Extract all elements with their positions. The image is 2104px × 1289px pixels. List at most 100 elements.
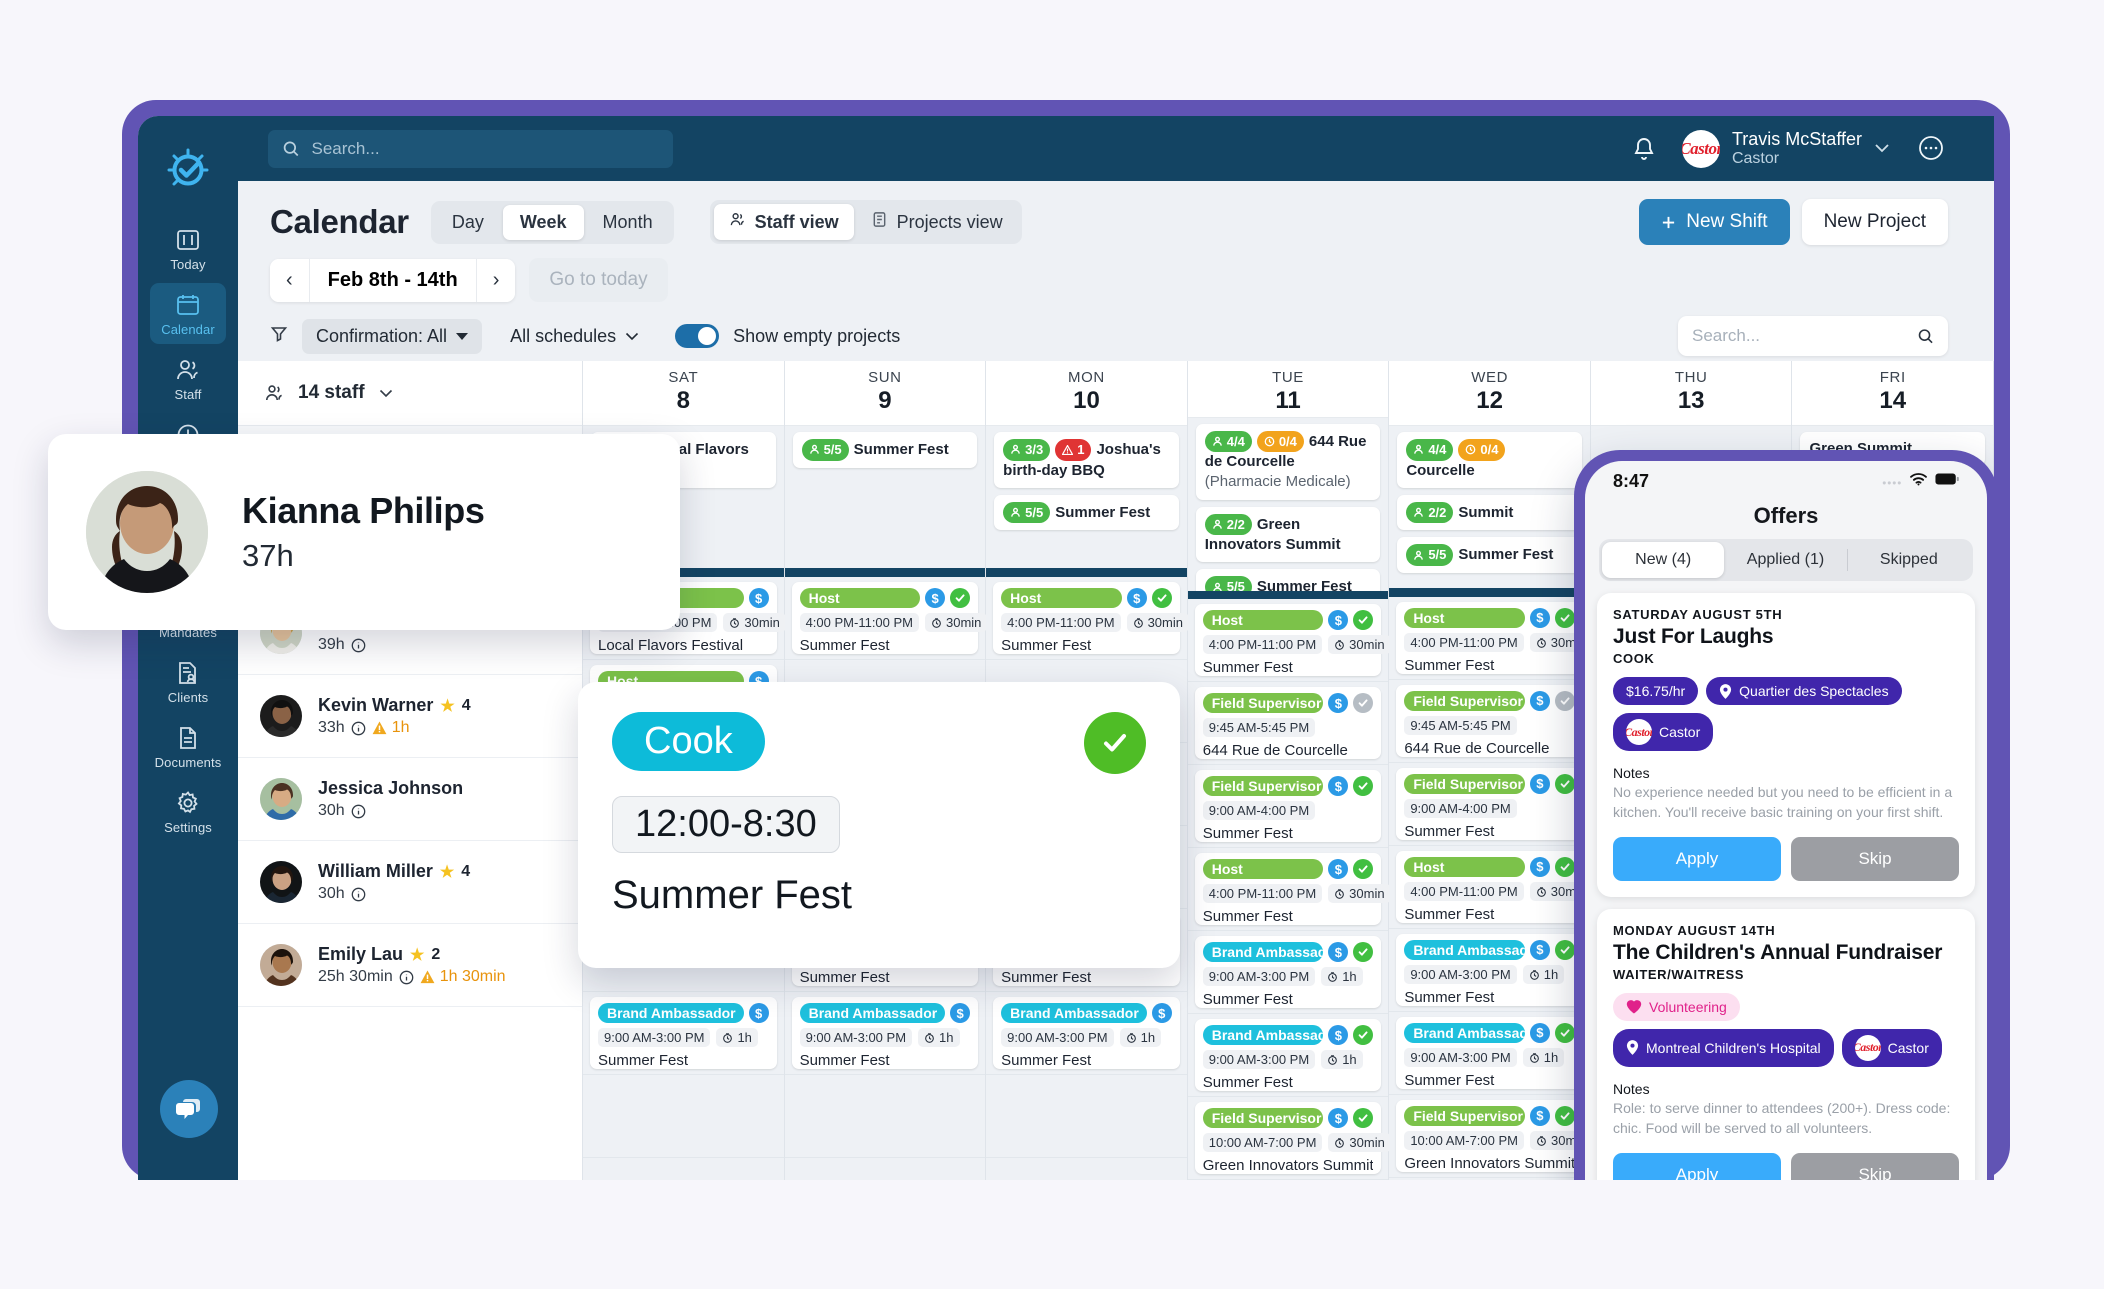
shift-badge-blue[interactable]: $ xyxy=(1529,690,1550,711)
global-search[interactable] xyxy=(268,129,673,168)
sidebar-item-staff[interactable]: Staff xyxy=(150,348,226,409)
go-to-today-button[interactable]: Go to today xyxy=(529,258,668,302)
shift-badge-blue[interactable]: $ xyxy=(1328,859,1349,879)
shift-badge-blue[interactable]: $ xyxy=(1529,607,1550,628)
shift-badge-blue[interactable]: $ xyxy=(1328,610,1349,630)
shift-card[interactable]: Brand Ambassador$9:00 AM-3:00 PM1hSummer… xyxy=(590,997,777,1069)
apply-button[interactable]: Apply xyxy=(1613,1152,1781,1180)
staff-row[interactable]: Kevin Warner ★ 4 33h 1h xyxy=(238,675,582,758)
shift-card[interactable]: Field Supervisor $9:00 AM-4:00 PM Summer F… xyxy=(1396,767,1583,840)
project-card[interactable]: 5/5 Summer Fest xyxy=(1397,537,1582,573)
shift-card[interactable]: Field Supervisor $9:45 AM-5:45 PM 644 Rue … xyxy=(1194,687,1382,759)
shift-badge-green[interactable] xyxy=(1353,776,1374,796)
tab-projects-view[interactable]: Projects view xyxy=(856,204,1018,240)
shift-card[interactable]: Field Supervisor $10:00 AM-7:00 PM 30min Gr… xyxy=(1396,1099,1593,1172)
shift-card[interactable]: Brand Ambassador$9:00 AM-3:00 PM1hSummer… xyxy=(1396,1016,1583,1089)
project-card[interactable]: 4/4 0/4 Courcelle xyxy=(1397,432,1582,488)
offer-card[interactable]: SATURDAY AUGUST 5TH Just For Laughs COOK $1… xyxy=(1597,593,1975,897)
mobile-tab-applied[interactable]: Applied (1) xyxy=(1724,542,1846,578)
shift-card[interactable]: Host $4:00 PM-11:00 PM 30min Summer Fest xyxy=(1194,604,1391,676)
shift-badge-green[interactable] xyxy=(1554,607,1575,628)
empty-shift-cell[interactable] xyxy=(986,1075,1187,1158)
calendar-search-input[interactable] xyxy=(1692,326,1918,346)
global-search-input[interactable] xyxy=(311,138,659,159)
confirmation-filter[interactable]: Confirmation: All xyxy=(302,318,483,354)
shift-badge-green[interactable] xyxy=(1554,1105,1575,1126)
tab-week[interactable]: Week xyxy=(502,204,584,240)
shift-badge-green[interactable] xyxy=(1554,856,1575,877)
chat-support-button[interactable] xyxy=(160,1080,218,1138)
sidebar-item-clients[interactable]: Clients xyxy=(150,651,226,712)
shift-card[interactable]: Host $4:00 PM-11:00 PM 30min Summer Fest xyxy=(791,582,988,654)
skip-button[interactable]: Skip xyxy=(1791,836,1959,881)
shift-badge-blue[interactable]: $ xyxy=(1529,1105,1550,1126)
notifications-bell-icon[interactable] xyxy=(1632,136,1656,162)
shift-card[interactable]: Field Supervisor $10:00 AM-7:00 PM 30min Gr… xyxy=(1194,1102,1391,1174)
shift-card[interactable]: Brand Ambassador$9:00 AM-3:00 PM1hSummer… xyxy=(791,997,979,1069)
shift-highlight-card[interactable]: Cook 12:00-8:30 Summer Fest xyxy=(578,682,1180,968)
mobile-tab-new[interactable]: New (4) xyxy=(1602,542,1725,578)
shift-card[interactable]: Brand Ambassador$9:00 AM-3:00 PM1hSummer… xyxy=(1194,936,1382,1008)
shift-card[interactable]: Host $4:00 PM-11:00 PM 30min Summer Fest xyxy=(1194,853,1391,925)
shift-card[interactable]: Brand Ambassador$9:00 AM-3:00 PM1hSummer… xyxy=(1396,933,1583,1006)
shift-badge-green[interactable] xyxy=(1554,1022,1575,1043)
tab-day[interactable]: Day xyxy=(435,205,501,240)
new-project-button[interactable]: New Project xyxy=(1801,199,1948,245)
shift-card[interactable]: Host $4:00 PM-11:00 PM 30min Summer Fest xyxy=(993,582,1189,654)
empty-shift-cell[interactable] xyxy=(583,1075,784,1158)
shift-badge-green[interactable] xyxy=(1353,859,1374,879)
project-card[interactable]: 5/5 Summer Fest xyxy=(792,432,978,468)
shift-badge-blue[interactable]: $ xyxy=(950,1003,971,1023)
shift-badge-green[interactable] xyxy=(1151,588,1172,608)
shift-card[interactable]: Brand Ambassador$9:00 AM-3:00 PM1hSummer… xyxy=(993,997,1180,1069)
shift-badge-blue[interactable]: $ xyxy=(1529,939,1550,960)
shift-badge-green[interactable] xyxy=(1554,939,1575,960)
shift-card[interactable]: Host $4:00 PM-11:00 PM 30min Summer Fest xyxy=(1396,601,1593,674)
shift-badge-blue[interactable]: $ xyxy=(748,1003,769,1023)
shift-card[interactable]: Brand Ambassador$9:00 AM-3:00 PM1hSummer… xyxy=(1194,1019,1382,1091)
new-shift-button[interactable]: New Shift xyxy=(1639,199,1790,245)
shift-badge-blue[interactable]: $ xyxy=(1328,693,1349,713)
info-icon[interactable] xyxy=(351,638,366,653)
shift-badge-blue[interactable]: $ xyxy=(1328,1108,1349,1128)
shift-badge-green[interactable] xyxy=(1353,610,1374,630)
sidebar-item-calendar[interactable]: Calendar xyxy=(150,283,226,344)
shift-badge-green[interactable] xyxy=(950,588,971,608)
shift-badge-blue[interactable]: $ xyxy=(1151,1003,1172,1023)
project-card[interactable]: 2/2 Green Innovators Summit xyxy=(1195,506,1381,563)
app-logo-icon[interactable] xyxy=(161,142,215,196)
messages-icon[interactable] xyxy=(1916,134,1946,164)
project-card[interactable]: 2/2 Summit xyxy=(1397,494,1582,531)
offers-list[interactable]: SATURDAY AUGUST 5TH Just For Laughs COOK $1… xyxy=(1585,581,1987,1180)
mobile-tab-skipped[interactable]: Skipped xyxy=(1848,542,1970,578)
staff-row[interactable]: Emily Lau ★ 2 25h 30min 1h 30min xyxy=(238,924,582,1007)
project-card[interactable]: 5/5 Summer Fest xyxy=(994,494,1179,531)
project-card[interactable]: 4/4 0/4 644 Rue de Courcelle (Pharmacie Me… xyxy=(1195,423,1381,500)
shift-badge-blue[interactable]: $ xyxy=(1529,1022,1550,1043)
tab-month[interactable]: Month xyxy=(586,205,670,240)
schedules-filter[interactable]: All schedules xyxy=(510,326,639,347)
empty-shift-cell[interactable] xyxy=(784,1075,986,1158)
show-empty-projects-toggle[interactable] xyxy=(675,324,720,348)
shift-badge-blue[interactable]: $ xyxy=(1126,588,1147,608)
prev-week-button[interactable]: ‹ xyxy=(270,258,309,302)
skip-button[interactable]: Skip xyxy=(1791,1152,1959,1180)
shift-badge-grey[interactable] xyxy=(1353,693,1374,713)
sidebar-item-today[interactable]: Today xyxy=(150,218,226,279)
shift-badge-grey[interactable] xyxy=(1554,690,1575,711)
shift-badge-blue[interactable]: $ xyxy=(1529,856,1550,877)
shift-badge-blue[interactable]: $ xyxy=(1328,942,1349,962)
offer-card[interactable]: MONDAY AUGUST 14TH The Children's Annual … xyxy=(1597,908,1975,1180)
shift-badge-blue[interactable]: $ xyxy=(925,588,946,608)
shift-badge-blue[interactable]: $ xyxy=(1328,1025,1349,1045)
staff-count-header[interactable]: 14 staff xyxy=(238,361,582,426)
staff-row[interactable]: Jessica Johnson 30h xyxy=(238,758,582,841)
sidebar-item-settings[interactable]: Settings xyxy=(150,781,226,842)
shift-badge-blue[interactable]: $ xyxy=(1529,773,1550,794)
info-icon[interactable] xyxy=(351,887,366,902)
info-icon[interactable] xyxy=(399,970,414,985)
apply-button[interactable]: Apply xyxy=(1613,836,1781,881)
shift-badge-green[interactable] xyxy=(1554,773,1575,794)
next-week-button[interactable]: › xyxy=(476,258,516,302)
tab-staff-view[interactable]: Staff view xyxy=(713,204,854,240)
